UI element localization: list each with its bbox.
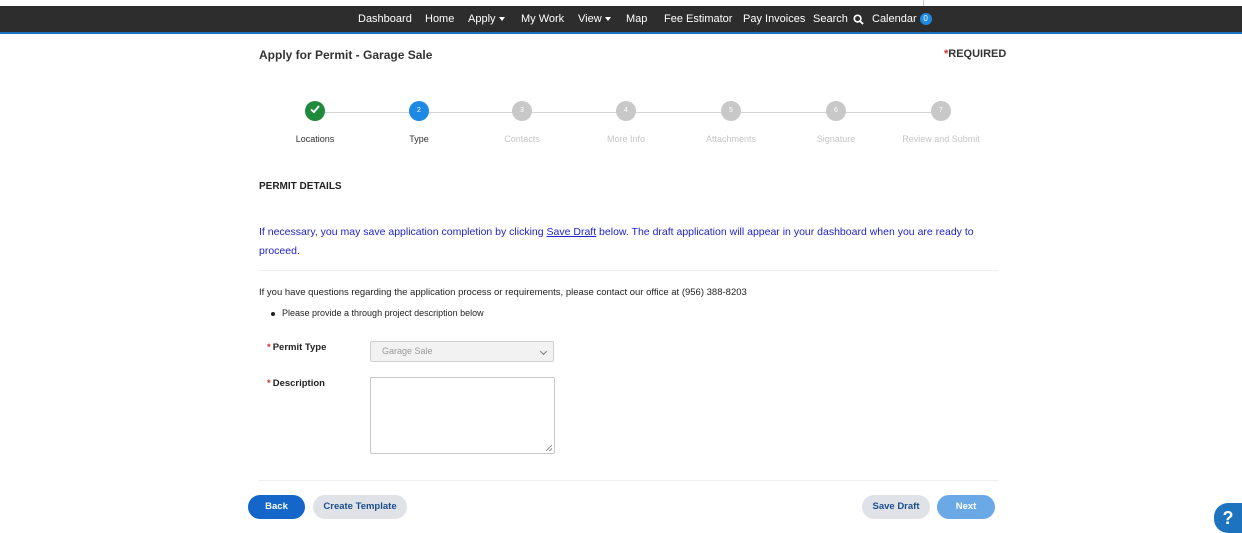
main-nav: Dashboard Home Apply My Work View Map Fe… (0, 6, 1242, 32)
step-number: 5 (721, 101, 741, 121)
save-draft-info: If necessary, you may save application c… (259, 223, 999, 261)
search-icon (853, 14, 864, 25)
chevron-down-icon (498, 17, 505, 22)
nav-view-label: View (578, 13, 602, 25)
nav-fee-estimator[interactable]: Fee Estimator (664, 6, 732, 32)
contact-question: If you have questions regarding the appl… (259, 287, 747, 298)
next-button[interactable]: Next (937, 495, 995, 519)
step-3[interactable]: 3 Contacts (477, 101, 567, 144)
required-star: * (267, 378, 271, 389)
help-button[interactable]: ? (1214, 503, 1242, 533)
page-title: Apply for Permit - Garage Sale (259, 48, 433, 62)
description-textarea[interactable] (370, 377, 555, 454)
step-label: Attachments (705, 134, 757, 144)
nav-calendar-label: Calendar (872, 13, 917, 25)
step-number: 6 (826, 101, 846, 121)
step-5[interactable]: 5 Attachments (686, 101, 776, 144)
step-number: 2 (409, 101, 429, 121)
back-button[interactable]: Back (248, 495, 305, 519)
top-nav-bar: Dashboard Home Apply My Work View Map Fe… (0, 6, 1242, 34)
permit-type-value: Garage Sale (382, 346, 433, 356)
instruction-bullet: Please provide a through project descrip… (271, 308, 484, 318)
info-text-before: If necessary, you may save application c… (259, 226, 547, 238)
step-number: 4 (616, 101, 636, 121)
nav-apply[interactable]: Apply (468, 6, 505, 32)
required-star: * (267, 342, 271, 353)
nav-map[interactable]: Map (626, 6, 647, 32)
nav-calendar[interactable]: Calendar 0 (872, 6, 932, 32)
nav-search[interactable]: Search (813, 6, 864, 32)
step-number: 7 (931, 101, 951, 121)
permit-type-label-text: Permit Type (272, 342, 327, 353)
resize-grip-icon[interactable] (546, 445, 552, 451)
divider (259, 480, 999, 481)
nav-my-work[interactable]: My Work (521, 6, 564, 32)
step-number: 3 (512, 101, 532, 121)
top-divider (923, 0, 924, 6)
step-4[interactable]: 4 More Info (581, 101, 671, 144)
description-label-text: Description (272, 378, 325, 389)
step-label: Review and Submit (902, 134, 980, 144)
step-label: More Info (606, 134, 646, 144)
nav-dashboard[interactable]: Dashboard (358, 6, 412, 32)
step-label: Contacts (504, 134, 540, 144)
permit-type-label: * Permit Type (267, 342, 326, 353)
step-label: Type (409, 134, 429, 144)
calendar-count-badge: 0 (919, 13, 932, 26)
description-label: * Description (267, 378, 325, 389)
create-template-button[interactable]: Create Template (313, 495, 407, 519)
save-draft-link[interactable]: Save Draft (547, 226, 597, 238)
help-icon: ? (1222, 508, 1234, 528)
instruction-text: Please provide a through project descrip… (282, 308, 484, 318)
step-7[interactable]: 7 Review and Submit (896, 101, 986, 144)
required-label: REQUIRED (948, 48, 1007, 60)
nav-home[interactable]: Home (425, 6, 454, 32)
step-1[interactable]: Locations (270, 101, 360, 144)
chevron-down-icon (539, 347, 548, 356)
step-label: Signature (816, 134, 856, 144)
nav-view[interactable]: View (578, 6, 611, 32)
step-6[interactable]: 6 Signature (791, 101, 881, 144)
required-note: *REQUIRED (944, 48, 1006, 60)
divider (259, 270, 999, 271)
bullet-dot (271, 311, 275, 316)
nav-pay-invoices[interactable]: Pay Invoices (743, 6, 805, 32)
save-draft-button[interactable]: Save Draft (862, 495, 930, 519)
nav-apply-label: Apply (468, 13, 496, 25)
check-icon (305, 101, 325, 121)
step-2[interactable]: 2 Type (374, 101, 464, 144)
permit-type-select[interactable]: Garage Sale (370, 341, 554, 362)
section-title: PERMIT DETAILS (259, 181, 342, 192)
chevron-down-icon (604, 17, 611, 22)
step-label: Locations (295, 134, 335, 144)
nav-search-label: Search (813, 13, 848, 25)
